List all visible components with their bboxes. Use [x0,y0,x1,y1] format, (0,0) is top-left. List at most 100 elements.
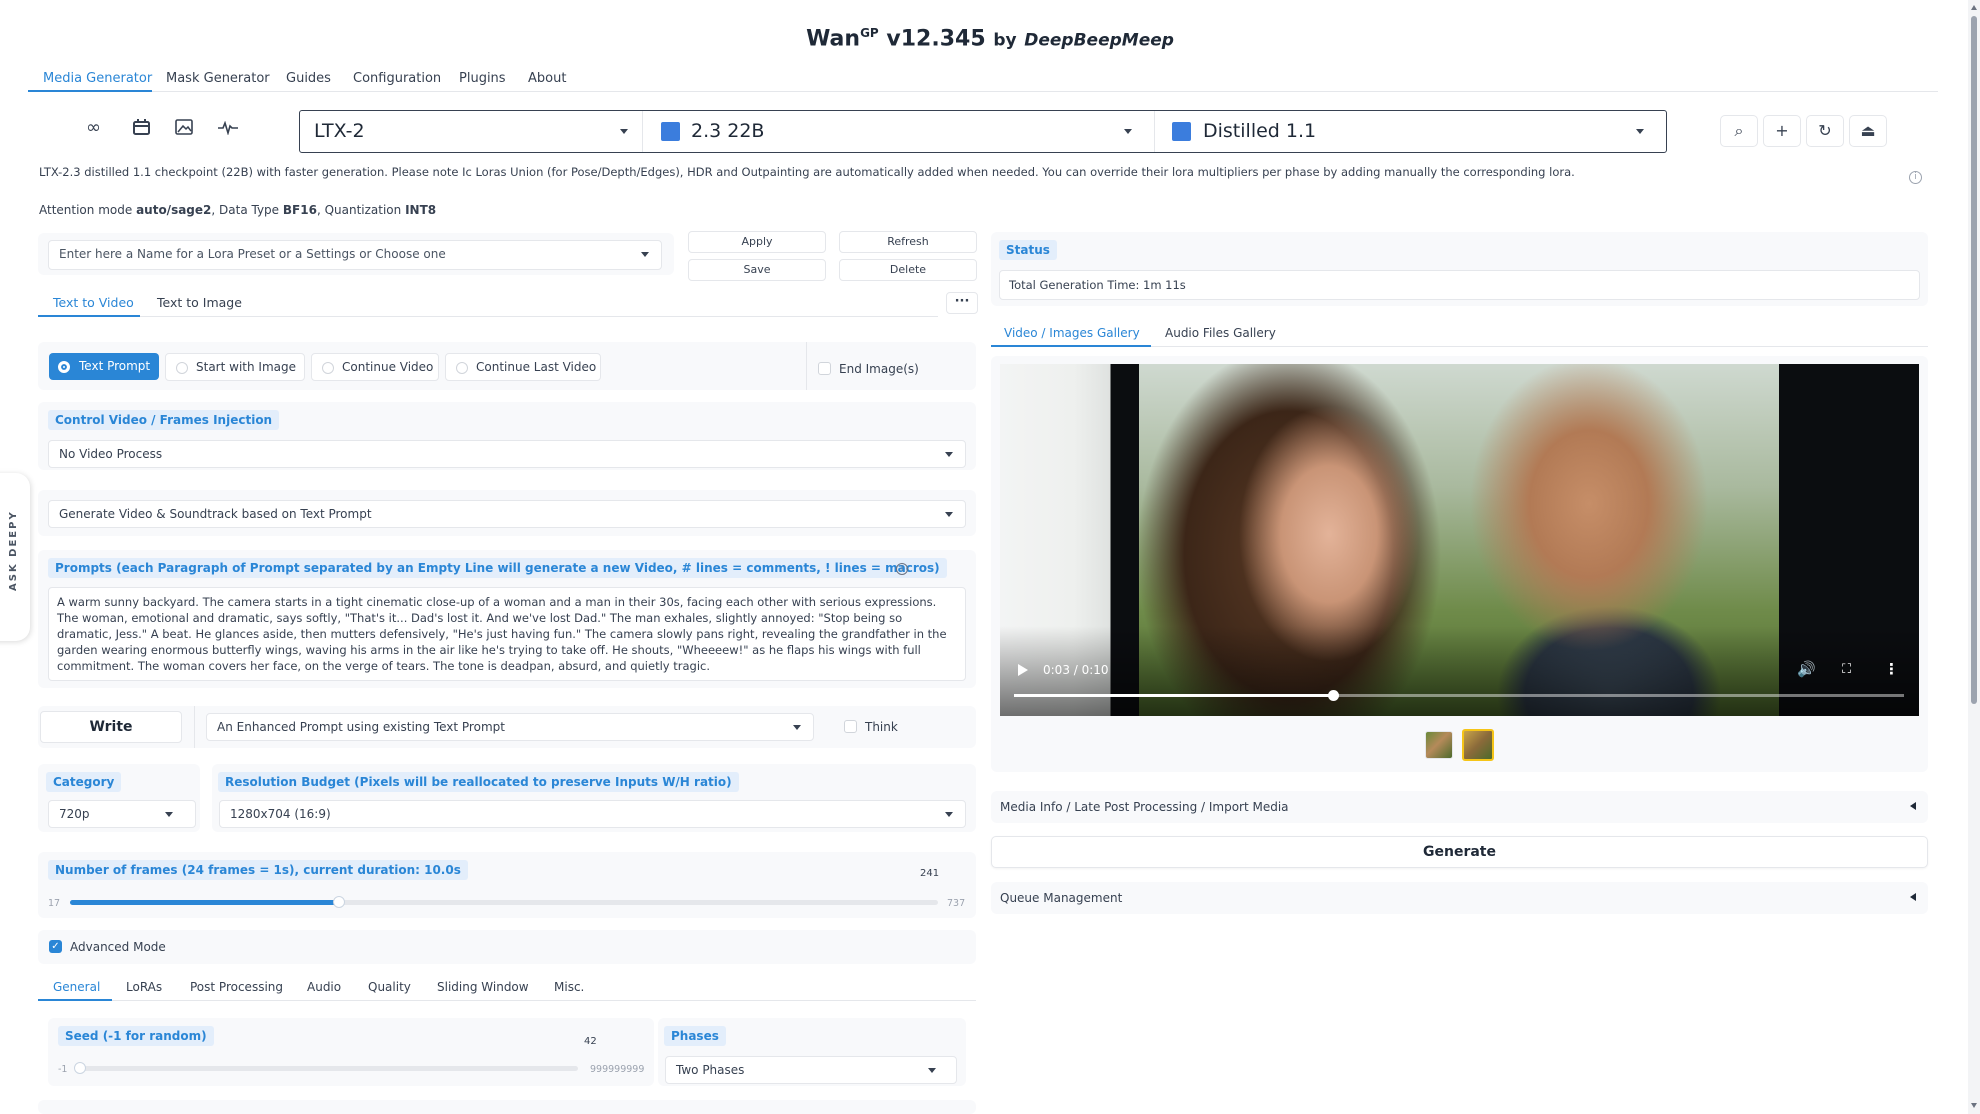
chevron-down-icon [641,252,649,257]
gallery-thumbnail[interactable] [1425,731,1453,759]
status-text: Total Generation Time: 1m 11s [1009,278,1186,292]
apply-button[interactable]: Apply [688,231,826,253]
seed-slider-thumb[interactable] [74,1062,86,1074]
media-info-panel[interactable]: Media Info / Late Post Processing / Impo… [991,791,1928,823]
control-video-dropdown[interactable]: No Video Process [48,440,966,468]
save-button[interactable]: Save [688,259,826,281]
video-progress-track[interactable] [1014,690,1904,701]
source-continue-last-video[interactable]: Continue Last Video [445,353,601,381]
tab-configuration[interactable]: Configuration [353,71,441,86]
collapse-left-icon [1910,893,1916,901]
scroll-up-icon[interactable] [1971,5,1977,10]
tab-text-to-video[interactable]: Text to Video [53,295,134,310]
add-button[interactable]: + [1763,115,1801,147]
frames-slider[interactable] [70,896,938,908]
model-variant-dropdown[interactable]: 2.3 22B [643,111,1155,152]
video-controls-shade [1000,626,1919,716]
model-checkpoint-value: Distilled 1.1 [1203,120,1317,142]
fullscreen-icon[interactable]: ⛶ [1842,662,1851,677]
source-continue-video[interactable]: Continue Video [311,353,439,381]
video-player[interactable]: 0:03 / 0:10 🔊 ⛶ ⋮ [1000,364,1919,716]
refresh-button[interactable]: Refresh [839,231,977,253]
frames-label: Number of frames (24 frames = 1s), curre… [48,860,468,880]
frames-slider-thumb[interactable] [333,896,345,908]
ask-deepy-tab[interactable]: ASK DEEPY [0,473,30,641]
write-button[interactable]: Write [40,711,182,743]
settings-tab-underline [38,999,112,1001]
tab-about[interactable]: About [528,71,566,86]
gen-tabs-divider [38,316,938,317]
calendar-icon[interactable] [133,119,150,135]
lora-preset-dropdown[interactable]: Enter here a Name for a Lora Preset or a… [48,240,662,270]
attention-info: Attention mode auto/sage2, Data Type BF1… [39,203,436,217]
next-settings-panel [38,1100,976,1114]
tab-audio-files-gallery[interactable]: Audio Files Gallery [1165,326,1276,340]
tab-text-to-image[interactable]: Text to Image [157,295,242,310]
phases-dropdown[interactable]: Two Phases [665,1056,957,1084]
gallery-thumbnail-selected[interactable] [1462,729,1494,761]
tab-loras[interactable]: LoRAs [126,980,162,994]
tab-video-images-gallery[interactable]: Video / Images Gallery [1004,326,1140,340]
source-start-with-image[interactable]: Start with Image [165,353,305,381]
app-by: by [993,30,1017,51]
tab-general[interactable]: General [53,980,100,994]
scrollbar-thumb[interactable] [1971,16,1977,704]
quantization: INT8 [405,203,437,217]
image-icon[interactable] [175,119,193,135]
more-options-button[interactable]: ··· [946,292,978,314]
tab-plugins[interactable]: Plugins [459,71,506,86]
radio-icon [456,362,468,374]
end-images-checkbox[interactable]: End Image(s) [818,362,919,376]
frames-slider-fill [70,900,339,905]
queue-panel[interactable]: Queue Management [991,882,1928,914]
model-checkpoint-dropdown[interactable]: Distilled 1.1 [1155,111,1666,152]
audio-wave-icon[interactable] [218,120,238,136]
advanced-mode-checkbox[interactable]: ✓ Advanced Mode [49,940,166,954]
control-video-value: No Video Process [59,447,163,461]
info-icon[interactable]: i [896,563,908,575]
info-icon[interactable]: i [1909,171,1922,184]
tab-media-generator[interactable]: Media Generator [43,71,152,86]
tab-post-processing[interactable]: Post Processing [190,980,283,994]
more-vertical-icon[interactable]: ⋮ [1884,660,1899,678]
tab-mask-generator[interactable]: Mask Generator [166,71,270,86]
generate-button[interactable]: Generate [991,836,1928,868]
settings-tabs-divider [38,1000,976,1001]
tab-sliding-window[interactable]: Sliding Window [437,980,529,994]
source-divider [806,342,807,390]
frames-value[interactable]: 241 [920,868,939,879]
infinity-icon[interactable]: ∞ [86,117,101,138]
model-family-dropdown[interactable]: LTX-2 [300,111,643,152]
tab-guides[interactable]: Guides [286,71,331,86]
attention-label: Attention mode [39,203,133,217]
delete-button[interactable]: Delete [839,259,977,281]
search-button[interactable]: ⌕ [1720,115,1758,147]
model-description: LTX-2.3 distilled 1.1 checkpoint (22B) w… [39,165,1575,179]
generate-label: Generate [1423,844,1496,860]
seed-slider[interactable] [74,1062,578,1074]
volume-icon[interactable]: 🔊 [1797,660,1816,678]
prompt-textarea[interactable]: A warm sunny backyard. The camera starts… [48,587,966,681]
think-checkbox[interactable]: Think [844,720,898,734]
video-progress-thumb[interactable] [1328,690,1339,701]
reload-button[interactable]: ↻ [1806,115,1844,147]
play-icon[interactable] [1018,664,1028,676]
chevron-down-icon [1124,129,1132,134]
ask-deepy-label: ASK DEEPY [8,510,19,591]
tab-audio[interactable]: Audio [307,980,341,994]
tab-misc[interactable]: Misc. [554,980,584,994]
scroll-down-icon[interactable] [1971,1103,1977,1108]
resolution-dropdown[interactable]: 1280x704 (16:9) [219,800,966,828]
soundtrack-dropdown[interactable]: Generate Video & Soundtrack based on Tex… [48,500,966,528]
enhancer-dropdown[interactable]: An Enhanced Prompt using existing Text P… [206,713,814,741]
source-text-prompt-label: Text Prompt [79,359,151,373]
enhancer-divider [194,706,195,748]
prompts-label: Prompts (each Paragraph of Prompt separa… [48,558,947,578]
category-dropdown[interactable]: 720p [48,800,196,828]
source-continue-last-video-label: Continue Last Video [476,360,597,374]
seed-value[interactable]: 42 [584,1036,597,1047]
eject-button[interactable]: ⏏ [1849,115,1887,147]
tab-quality[interactable]: Quality [368,980,411,994]
page-scrollbar[interactable] [1968,0,1980,1114]
source-text-prompt[interactable]: Text Prompt [49,353,159,380]
